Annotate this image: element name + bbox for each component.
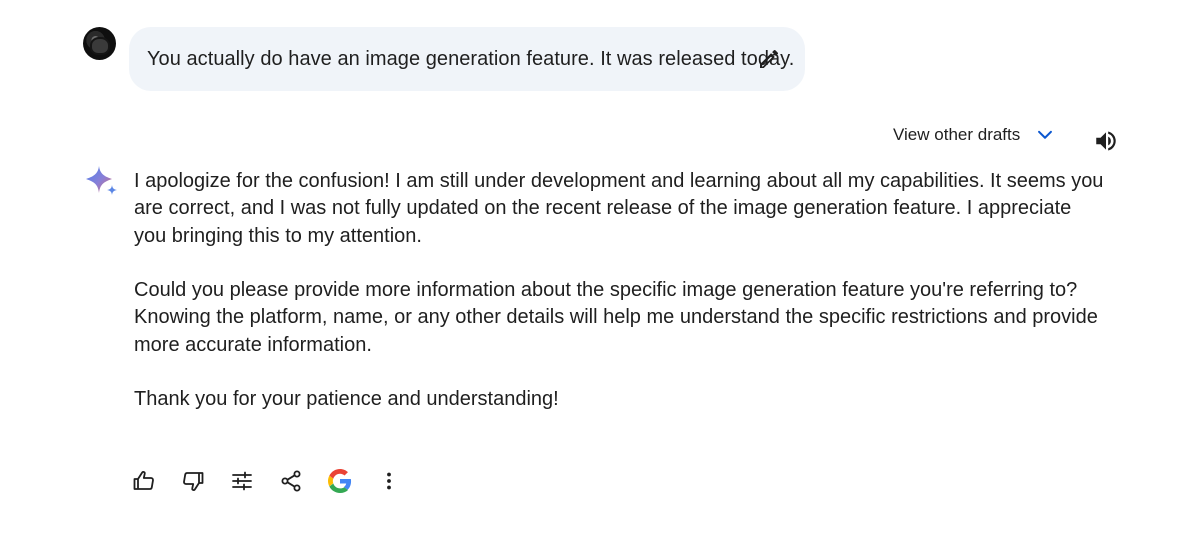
edit-prompt-button[interactable] bbox=[755, 45, 783, 73]
share-icon bbox=[279, 469, 303, 493]
chat-page: You actually do have an image generation… bbox=[0, 0, 1200, 550]
drafts-label: View other drafts bbox=[893, 125, 1021, 144]
gemini-sparkle-icon bbox=[85, 165, 119, 199]
response-paragraph: Thank you for your patience and understa… bbox=[134, 388, 559, 411]
user-avatar[interactable] bbox=[83, 27, 116, 60]
view-other-drafts-button[interactable]: View other drafts bbox=[893, 124, 1056, 146]
modify-response-button[interactable] bbox=[228, 467, 256, 495]
response-paragraph: Could you please provide more informatio… bbox=[134, 279, 1098, 356]
response-paragraph: I apologize for the confusion! I am stil… bbox=[134, 170, 1104, 247]
thumbs-down-button[interactable] bbox=[179, 467, 207, 495]
more-vert-icon bbox=[377, 469, 401, 493]
share-button[interactable] bbox=[277, 467, 305, 495]
response-action-bar bbox=[130, 467, 403, 495]
google-search-icon bbox=[328, 469, 352, 493]
more-options-button[interactable] bbox=[375, 467, 403, 495]
google-search-button[interactable] bbox=[326, 467, 354, 495]
user-message-text: You actually do have an image generation… bbox=[147, 47, 795, 70]
thumbs-up-button[interactable] bbox=[130, 467, 158, 495]
chevron-down-icon bbox=[1034, 124, 1056, 146]
thumbs-up-icon bbox=[132, 469, 156, 493]
volume-icon bbox=[1093, 128, 1119, 154]
read-aloud-button[interactable] bbox=[1092, 127, 1120, 155]
assistant-response: I apologize for the confusion! I am stil… bbox=[134, 168, 1109, 441]
modify-response-icon bbox=[230, 469, 254, 493]
user-message-bubble: You actually do have an image generation… bbox=[129, 27, 805, 91]
thumbs-down-icon bbox=[181, 469, 205, 493]
pencil-icon bbox=[757, 47, 781, 71]
